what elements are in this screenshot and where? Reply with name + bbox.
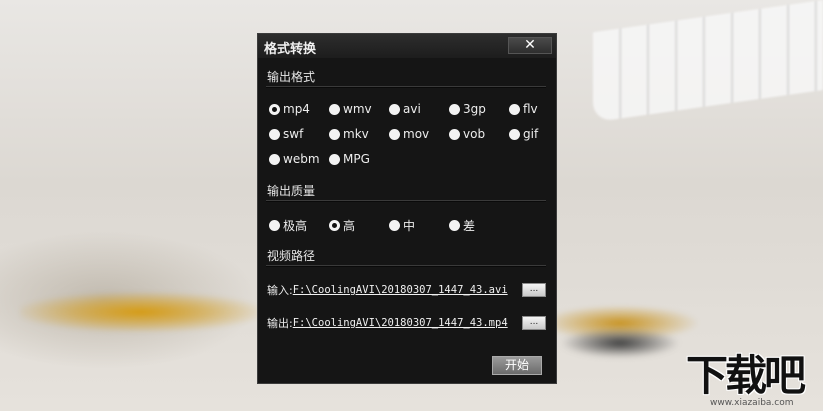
format-option-label: mkv — [343, 127, 369, 141]
format-convert-dialog: 格式转换 ✕ 输出格式 mp4 wmv avi 3gp flv swf mkv … — [257, 33, 557, 384]
radio-icon — [329, 128, 340, 140]
background-yellow-blur — [20, 292, 260, 332]
format-radio-mp4[interactable]: mp4 — [269, 102, 310, 116]
radio-icon — [449, 128, 460, 140]
format-radio-flv[interactable]: flv — [509, 102, 538, 116]
quality-option-label: 极高 — [283, 219, 308, 233]
start-button[interactable]: 开始 — [492, 356, 542, 375]
radio-icon — [449, 220, 460, 231]
radio-icon — [389, 128, 400, 140]
output-format-label: 输出格式 — [267, 70, 316, 84]
quality-radio-low[interactable]: 差 — [449, 217, 475, 234]
format-option-label: flv — [523, 102, 538, 116]
quality-radio-medium[interactable]: 中 — [389, 217, 415, 234]
quality-option-label: 高 — [343, 219, 356, 233]
output-quality-divider — [266, 200, 546, 202]
dialog-title: 格式转换 — [264, 42, 317, 57]
radio-icon — [389, 220, 400, 231]
format-option-label: gif — [523, 127, 539, 141]
watermark-url: www.xiazaiba.com — [710, 398, 794, 408]
input-path-row: 输入: F:\CoolingAVI\20180307_1447_43.avi — [267, 282, 508, 298]
radio-icon — [329, 153, 340, 165]
format-option-label: mp4 — [283, 102, 310, 116]
video-path-divider — [266, 265, 546, 267]
format-option-label: mov — [403, 127, 430, 141]
watermark-logo: 下载吧 — [686, 351, 806, 400]
quality-radio-highest[interactable]: 极高 — [269, 217, 307, 234]
radio-icon — [509, 128, 520, 140]
radio-icon — [509, 103, 520, 115]
format-option-label: vob — [463, 127, 486, 141]
radio-checked-icon — [329, 220, 340, 231]
output-format-divider — [266, 86, 546, 88]
format-radio-3gp[interactable]: 3gp — [449, 102, 486, 116]
format-radio-gif[interactable]: gif — [509, 127, 538, 141]
radio-icon — [269, 220, 280, 231]
output-label: 输出: — [267, 317, 293, 330]
format-radio-webm[interactable]: webm — [269, 152, 320, 166]
format-option-label: avi — [403, 102, 421, 116]
radio-icon — [449, 103, 460, 115]
format-radio-mov[interactable]: mov — [389, 127, 429, 141]
format-option-label: swf — [283, 127, 304, 141]
format-option-label: MPG — [343, 152, 370, 166]
input-browse-button[interactable]: ... — [522, 283, 546, 297]
format-option-label: webm — [283, 152, 320, 166]
format-option-label: wmv — [343, 102, 372, 116]
radio-icon — [269, 128, 280, 140]
radio-icon — [329, 103, 340, 115]
output-browse-button[interactable]: ... — [522, 316, 546, 330]
format-radio-swf[interactable]: swf — [269, 127, 303, 141]
format-radio-vob[interactable]: vob — [449, 127, 485, 141]
background-keyboard — [593, 0, 823, 123]
format-radio-avi[interactable]: avi — [389, 102, 421, 116]
watermark: 下载吧 www.xiazaiba.com — [684, 353, 820, 409]
format-option-label: 3gp — [463, 102, 486, 116]
close-button[interactable]: ✕ — [508, 37, 552, 54]
background-dark-blur — [560, 328, 680, 358]
video-path-label: 视频路径 — [267, 249, 316, 263]
quality-radio-high[interactable]: 高 — [329, 217, 355, 234]
input-label: 输入: — [267, 284, 293, 297]
output-quality-label: 输出质量 — [267, 184, 316, 198]
quality-option-label: 中 — [403, 219, 416, 233]
quality-option-label: 差 — [463, 219, 476, 233]
format-radio-mkv[interactable]: mkv — [329, 127, 369, 141]
input-path-link[interactable]: F:\CoolingAVI\20180307_1447_43.avi — [293, 284, 508, 296]
radio-icon — [389, 103, 400, 115]
format-radio-wmv[interactable]: wmv — [329, 102, 372, 116]
output-path-link[interactable]: F:\CoolingAVI\20180307_1447_43.mp4 — [293, 317, 508, 329]
output-path-row: 输出: F:\CoolingAVI\20180307_1447_43.mp4 — [267, 315, 508, 331]
format-radio-mpg[interactable]: MPG — [329, 152, 370, 166]
radio-icon — [269, 153, 280, 165]
title-bar[interactable]: 格式转换 ✕ — [258, 34, 556, 58]
radio-checked-icon — [269, 103, 280, 115]
